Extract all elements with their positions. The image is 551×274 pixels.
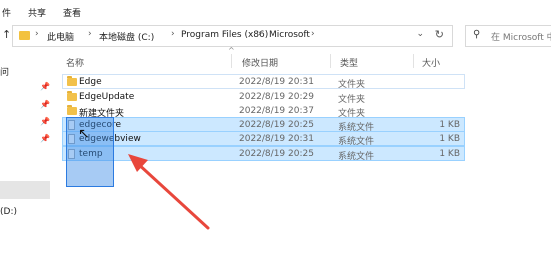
annotation-arrow-shaft <box>134 160 210 230</box>
annotation-arrow <box>128 154 210 230</box>
